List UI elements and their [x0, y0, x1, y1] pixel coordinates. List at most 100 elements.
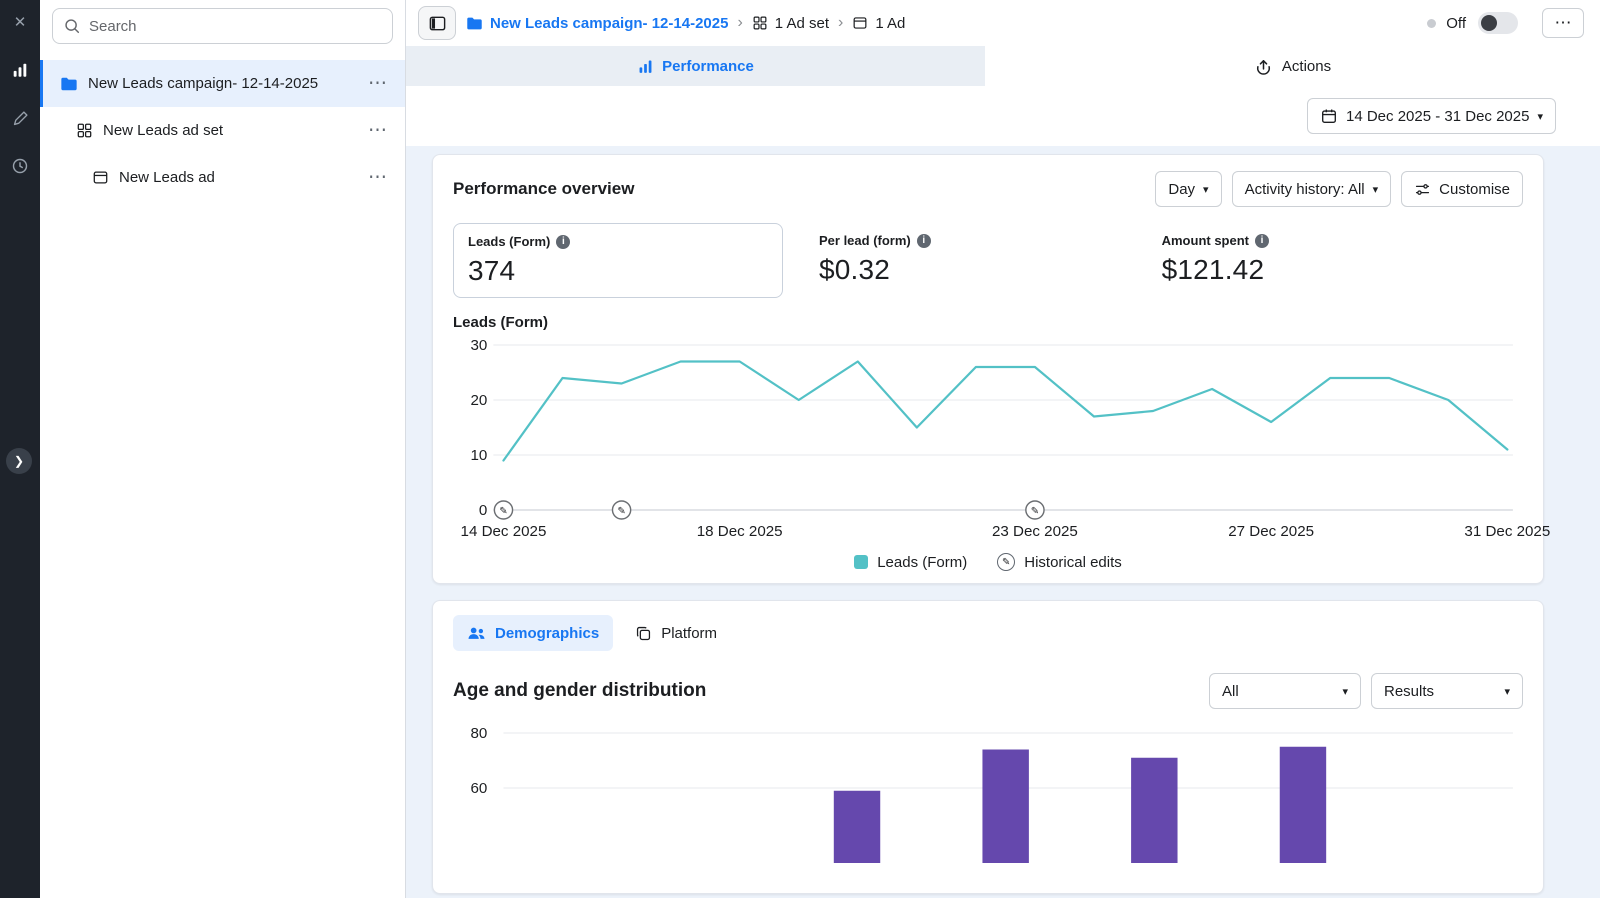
metric-value: $0.32	[819, 254, 931, 286]
info-icon: i	[1255, 234, 1269, 248]
ad-icon	[852, 15, 868, 31]
search-input[interactable]	[89, 18, 382, 35]
metric-per-lead[interactable]: Per lead (form) i $0.32	[805, 223, 945, 298]
tab-actions[interactable]: Actions	[985, 46, 1600, 86]
card-title: Performance overview	[453, 179, 634, 199]
metric-leads-form[interactable]: Leads (Form) i 374	[453, 223, 783, 298]
more-icon[interactable]: ⋯	[364, 119, 391, 142]
metric-filter-dropdown[interactable]: Results ▾	[1371, 673, 1523, 709]
svg-text:18 Dec 2025: 18 Dec 2025	[697, 523, 783, 540]
activity-history-dropdown[interactable]: Activity history: All ▾	[1232, 171, 1392, 207]
toggle-knob	[1481, 15, 1497, 31]
status-label: Off	[1446, 15, 1466, 32]
metric-amount-spent[interactable]: Amount spent i $121.42	[1148, 223, 1283, 298]
activity-label: Activity history: All	[1245, 181, 1365, 198]
tree-item-label: New Leads ad set	[103, 122, 223, 139]
tab-label: Performance	[662, 58, 754, 75]
breadcrumb-campaign[interactable]: New Leads campaign- 12-14-2025	[466, 15, 728, 32]
charts-icon[interactable]	[8, 58, 32, 82]
filter-label: All	[1222, 683, 1239, 700]
tab-platform[interactable]: Platform	[621, 615, 731, 651]
topbar: New Leads campaign- 12-14-2025 › 1 Ad se…	[406, 0, 1600, 46]
search-icon	[63, 17, 81, 35]
interval-dropdown[interactable]: Day ▾	[1155, 171, 1221, 207]
chart-icon	[637, 58, 654, 75]
tab-label: Actions	[1282, 58, 1331, 75]
metric-value: $121.42	[1162, 254, 1269, 286]
section-title: Age and gender distribution	[453, 680, 706, 702]
more-icon[interactable]: ⋯	[364, 166, 391, 189]
more-icon[interactable]: ⋯	[364, 72, 391, 95]
breakdown-tabs: Demographics Platform	[453, 615, 1523, 651]
tab-demographics[interactable]: Demographics	[453, 615, 613, 651]
chevron-right-icon: ›	[737, 14, 742, 32]
chart-legend: Leads (Form) ✎ Historical edits	[453, 553, 1523, 571]
view-tabs: Performance Actions	[406, 46, 1600, 86]
filter-label: Results	[1384, 683, 1434, 700]
legend-historical-edits: ✎ Historical edits	[997, 553, 1122, 571]
svg-text:27 Dec 2025: 27 Dec 2025	[1228, 523, 1314, 540]
tab-label: Platform	[661, 625, 717, 642]
breakdown-card: Demographics Platform Age and gender dis…	[432, 600, 1544, 894]
chevron-right-icon: ›	[838, 14, 843, 32]
metric-value: 374	[468, 255, 768, 287]
svg-text:✎: ✎	[499, 506, 507, 517]
svg-text:80: 80	[470, 725, 487, 742]
chevron-down-icon: ▾	[1373, 183, 1379, 196]
history-icon[interactable]	[8, 154, 32, 178]
metric-tiles: Leads (Form) i 374 Per lead (form) i $0.…	[453, 223, 1523, 298]
main-area: New Leads campaign- 12-14-2025 › 1 Ad se…	[406, 0, 1600, 898]
folder-icon	[60, 75, 78, 93]
sliders-icon	[1414, 181, 1431, 198]
folder-icon	[466, 15, 483, 32]
chevron-down-icon: ▾	[1203, 183, 1209, 196]
breadcrumb-ad-set[interactable]: 1 Ad set	[752, 15, 829, 32]
topbar-right: Off ⋯	[1427, 8, 1584, 38]
interval-label: Day	[1168, 181, 1195, 198]
date-range-button[interactable]: 14 Dec 2025 - 31 Dec 2025 ▾	[1307, 98, 1556, 134]
panel-toggle-button[interactable]	[418, 6, 456, 40]
svg-text:23 Dec 2025: 23 Dec 2025	[992, 523, 1078, 540]
tab-performance[interactable]: Performance	[406, 46, 985, 86]
metric-label: Leads (Form)	[468, 234, 550, 249]
left-rail: ✕ ❯	[0, 0, 40, 898]
info-icon: i	[556, 235, 570, 249]
svg-text:31 Dec 2025: 31 Dec 2025	[1464, 523, 1550, 540]
edit-icon[interactable]	[8, 106, 32, 130]
legend-label: Leads (Form)	[877, 554, 967, 571]
search-box[interactable]	[52, 8, 393, 44]
ad-set-icon	[76, 122, 93, 139]
tree-item-ad-set[interactable]: New Leads ad set ⋯	[40, 107, 405, 154]
metric-label: Amount spent	[1162, 233, 1249, 248]
more-options-button[interactable]: ⋯	[1542, 8, 1584, 38]
breadcrumb-label: 1 Ad set	[775, 15, 829, 32]
content-area[interactable]: Performance overview Day ▾ Activity hist…	[406, 146, 1600, 898]
campaign-tree-panel: New Leads campaign- 12-14-2025 ⋯ New Lea…	[40, 0, 406, 898]
tab-label: Demographics	[495, 625, 599, 642]
customise-button[interactable]: Customise	[1401, 171, 1523, 207]
breakdown-filter-dropdown[interactable]: All ▾	[1209, 673, 1361, 709]
date-range-label: 14 Dec 2025 - 31 Dec 2025	[1346, 108, 1529, 125]
historical-edits-icon: ✎	[997, 553, 1015, 571]
svg-text:14 Dec 2025: 14 Dec 2025	[461, 523, 547, 540]
tree-item-ad[interactable]: New Leads ad ⋯	[40, 154, 405, 201]
chevron-down-icon: ▾	[1537, 110, 1543, 123]
info-icon: i	[917, 234, 931, 248]
tree-item-label: New Leads campaign- 12-14-2025	[88, 75, 318, 92]
close-icon[interactable]: ✕	[8, 10, 32, 34]
calendar-icon	[1320, 107, 1338, 125]
svg-text:60: 60	[470, 780, 487, 797]
tree-item-campaign[interactable]: New Leads campaign- 12-14-2025 ⋯	[40, 60, 405, 107]
expand-panel-button[interactable]: ❯	[6, 448, 32, 474]
svg-text:10: 10	[470, 447, 487, 464]
svg-text:30: 30	[470, 337, 487, 354]
chevron-down-icon: ▾	[1504, 685, 1510, 698]
campaign-toggle[interactable]	[1478, 12, 1518, 34]
people-icon	[467, 624, 486, 643]
customise-label: Customise	[1439, 181, 1510, 198]
legend-leads: Leads (Form)	[854, 554, 967, 571]
breadcrumb-ad[interactable]: 1 Ad	[852, 15, 905, 32]
tree-item-label: New Leads ad	[119, 169, 215, 186]
svg-text:20: 20	[470, 392, 487, 409]
svg-text:✎: ✎	[617, 506, 625, 517]
